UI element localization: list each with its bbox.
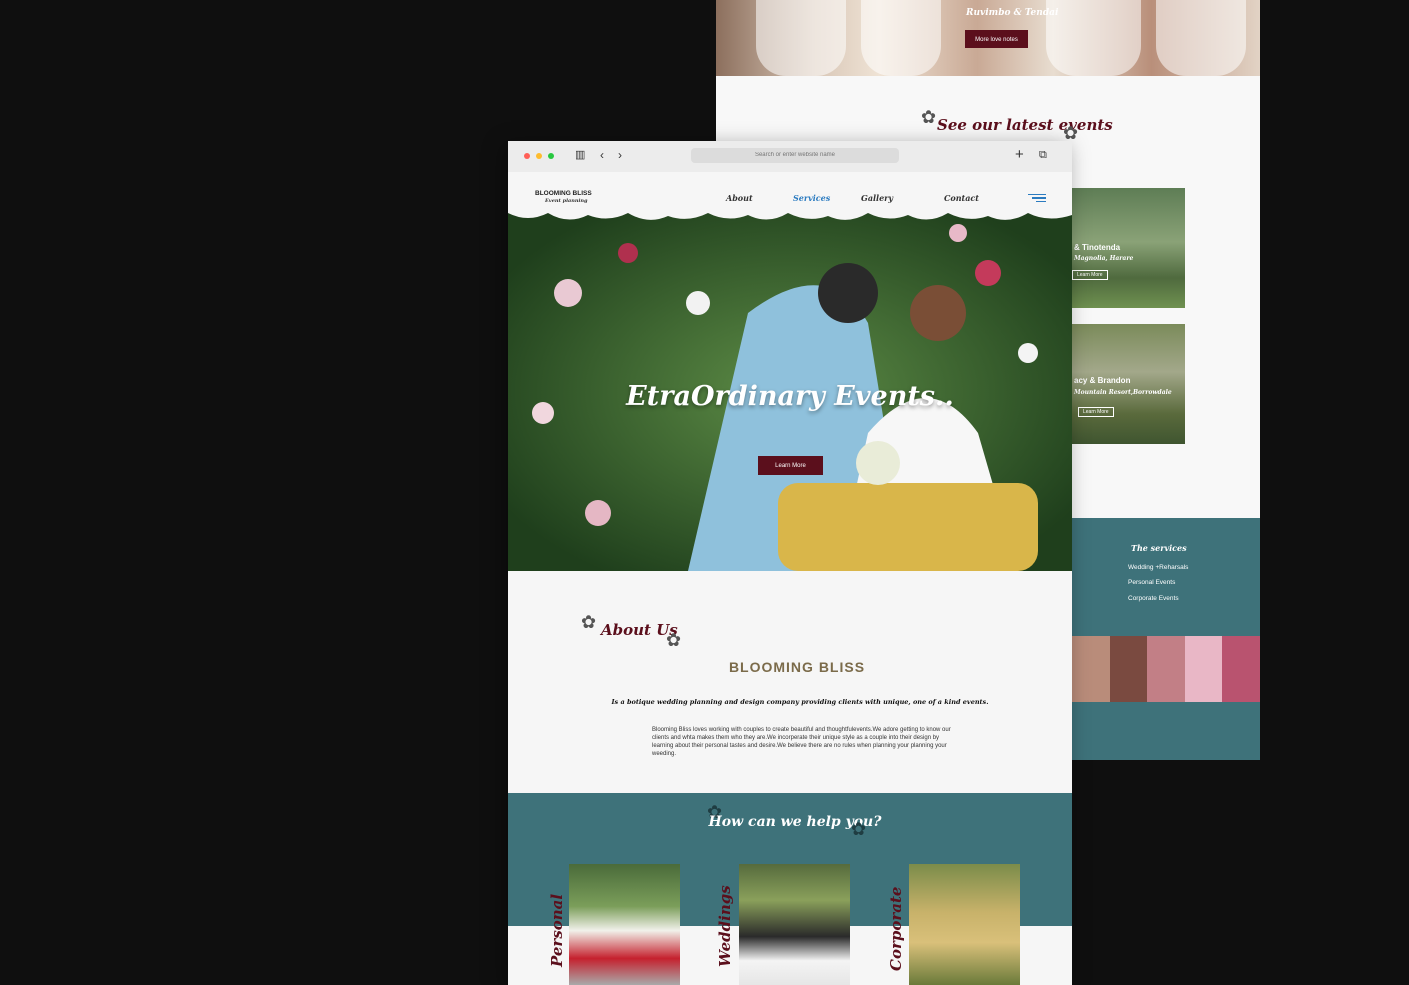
about-brand-name: BLOOMING BLISS [728,659,866,675]
help-title: How can we help you? [708,814,882,830]
about-tagline: Is a botique wedding planning and design… [611,698,989,706]
flourish-icon: ✿ [666,630,682,650]
close-window-button[interactable] [524,153,530,159]
learn-more-button[interactable]: Learn More [1078,407,1114,417]
gallery-photo [1222,636,1260,702]
brand-logo[interactable]: BLOOMING BLISS [535,190,592,197]
hamburger-menu-icon[interactable] [1028,194,1046,204]
maximize-window-button[interactable] [548,153,554,159]
gallery-photo [1147,636,1185,702]
about-section: ✿ About Us ✿ BLOOMING BLISS Is a botique… [508,571,1072,793]
help-section: ✿ How can we help you? ✿ Personal Weddin… [508,793,1072,985]
flourish-icon: ✿ [581,612,597,632]
address-bar-input[interactable] [691,148,899,163]
sidebar-toggle-icon[interactable]: ▥ [575,148,585,162]
event-location: Mountain Resort,Borrowdale [1074,389,1172,396]
nav-contact[interactable]: Contact [944,193,979,203]
event-title: & Tinotenda [1074,243,1121,252]
weddings-card-photo[interactable] [739,864,850,985]
weddings-card-label[interactable]: Weddings [716,885,734,967]
nav-gallery[interactable]: Gallery [861,193,893,203]
browser-toolbar: ▥ ‹ › + ⧉ [508,141,1072,173]
new-tab-icon[interactable]: + [1015,147,1024,162]
event-card[interactable]: & Tinotenda Magnolia, Harare Learn More [1072,188,1185,308]
learn-more-button[interactable]: Learn More [1072,270,1108,280]
hero-learn-more-button[interactable]: Learn More [758,456,823,475]
dress-shape [1156,0,1246,76]
latest-events-title: See our latest events [937,116,1113,134]
personal-card-label[interactable]: Personal [548,894,566,967]
event-card[interactable]: acy & Brandon Mountain Resort,Borrowdale… [1072,324,1185,444]
personal-card-photo[interactable] [569,864,680,985]
dress-shape [756,0,846,76]
dress-shape [1046,0,1141,76]
nav-about[interactable]: About [726,193,753,203]
hero-section: EtraOrdinary Events.. Learn More [508,213,1072,571]
site-navbar: BLOOMING BLISS Event planning About Serv… [508,172,1072,216]
services-title: The services [1131,543,1187,553]
testimonial-names: Ruvimbo & Tendai [966,8,1059,18]
tabs-overview-icon[interactable]: ⧉ [1039,148,1047,162]
flourish-icon: ✿ [851,819,867,839]
dress-shape [861,0,941,76]
service-link[interactable]: Wedding +Reharsals [1128,564,1188,571]
gallery-photo [1072,636,1110,702]
corporate-card-photo[interactable] [909,864,1020,985]
about-body-text: Blooming Bliss loves working with couple… [652,727,951,757]
event-title: acy & Brandon [1074,376,1131,385]
gallery-photo [1109,636,1148,702]
flourish-icon: ✿ [921,107,937,127]
service-link[interactable]: Personal Events [1128,579,1175,586]
browser-window: ▥ ‹ › + ⧉ BLOOMING BLISS Event planning … [508,141,1072,985]
flourish-icon: ✿ [1063,123,1079,143]
corporate-card-label[interactable]: Corporate [887,887,905,971]
brand-subtitle: Event planning [545,198,588,204]
back-arrow-icon[interactable]: ‹ [600,148,604,162]
forward-arrow-icon[interactable]: › [618,148,622,162]
service-link[interactable]: Corporate Events [1128,595,1179,602]
more-love-notes-button[interactable]: More love notes [965,30,1028,48]
hero-title: EtraOrdinary Events.. [626,381,954,412]
gallery-photo [1184,636,1223,702]
gallery-strip [1072,636,1260,702]
nav-services[interactable]: Services [793,193,830,203]
minimize-window-button[interactable] [536,153,542,159]
event-location: Magnolia, Harare [1074,255,1134,262]
